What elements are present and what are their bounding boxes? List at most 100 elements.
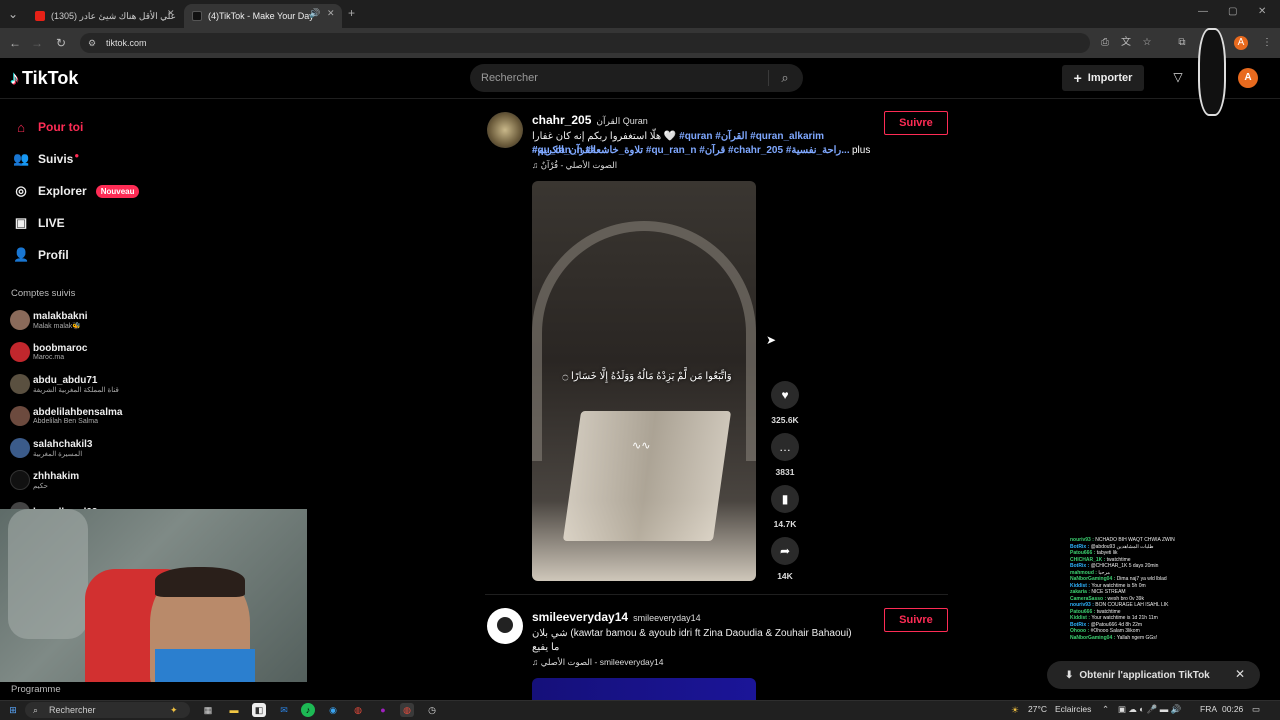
bookmark-count: 14.7K	[773, 519, 797, 529]
install-icon[interactable]: ⎙	[1098, 36, 1112, 50]
new-badge: Nouveau	[95, 184, 140, 198]
programme-label: Programme	[11, 684, 61, 695]
browser-tab-youtube[interactable]: (1305) علي الأقل هناك شيئ‌ عادر	[27, 4, 179, 28]
windows-start-icon[interactable]: ⊞	[6, 703, 20, 717]
bookmark-star-icon[interactable]: ☆	[1140, 36, 1154, 50]
followed-account[interactable]: boobmaroc Maroc.ma	[10, 338, 87, 366]
audio-wave-icon: ∿∿	[632, 440, 651, 452]
chrome-icon[interactable]: ◍	[351, 703, 365, 717]
taskbar-search[interactable]: ⌕ Rechercher ✦	[25, 702, 190, 718]
weather-temp[interactable]: 27°C	[1028, 704, 1047, 714]
home-icon: ⌂	[17, 119, 25, 135]
import-button[interactable]: + Importer	[1062, 65, 1144, 91]
reload-icon[interactable]: ↻	[52, 34, 70, 52]
followed-account[interactable]: salahchakil3 المسيرة المغربية	[10, 434, 92, 462]
translate-icon[interactable]: 文	[1119, 36, 1133, 50]
tray-chevron-icon[interactable]: ⌃	[1102, 704, 1109, 715]
user-avatar[interactable]: A	[1238, 68, 1258, 88]
feed-divider	[485, 594, 948, 595]
speaker-icon[interactable]: 🔊	[309, 8, 320, 19]
close-icon[interactable]: ✕	[1232, 667, 1248, 683]
window-close-icon[interactable]: ✕	[1258, 6, 1266, 17]
file-explorer-icon[interactable]: ▬	[227, 703, 241, 717]
post-author-avatar[interactable]	[487, 112, 523, 148]
weather-icon: ☀	[1010, 705, 1020, 715]
chat-username: nouriv93 :	[1070, 602, 1096, 608]
nav-suivis[interactable]: 👥 Suivis ●	[13, 147, 79, 171]
logo-text: TikTok	[22, 68, 79, 88]
nav-label: Explorer	[38, 184, 87, 198]
site-info-icon[interactable]: ⚙	[88, 33, 96, 53]
task-view-icon[interactable]: ▦	[201, 703, 215, 717]
post-username[interactable]: chahr_205	[532, 113, 591, 127]
share-button[interactable]: ➦	[771, 537, 799, 565]
tab-close-icon[interactable]: ✕	[167, 8, 175, 19]
extensions-icon[interactable]: ⧉	[1175, 36, 1189, 50]
followed-account[interactable]: abdelilahbensalma Abdelilah Ben Salma	[10, 402, 122, 430]
avatar	[10, 374, 30, 394]
profile-icon: 👤	[13, 247, 30, 262]
spotify-icon[interactable]: ♪	[301, 703, 315, 717]
url-text: tiktok.com	[106, 38, 147, 48]
profile-avatar-icon[interactable]: A	[1234, 36, 1248, 50]
chat-username: Patou666 :	[1070, 608, 1097, 615]
maximize-icon[interactable]: ▢	[1228, 6, 1237, 17]
like-button[interactable]: ♥	[771, 381, 799, 409]
chat-text: Yallah ngem GGs!	[1116, 634, 1158, 641]
back-icon[interactable]: ←	[6, 34, 24, 52]
comment-button[interactable]: …	[771, 433, 799, 461]
menu-dots-icon[interactable]: ⋮	[1260, 36, 1274, 50]
inbox-filter-icon[interactable]: ▽	[1170, 70, 1186, 86]
obs-icon[interactable]: ●	[376, 703, 390, 717]
followed-account[interactable]: malakbakni Malak malak🐝	[10, 306, 87, 334]
forward-icon[interactable]: →	[28, 34, 46, 52]
chat-message: NaNborGaming04 : Yallah ngem GGs!	[1070, 635, 1260, 642]
chat-text: @abdou93 طلبات المشاهدين	[1090, 543, 1154, 550]
mail-icon[interactable]: ✉	[277, 703, 291, 717]
search-icon[interactable]: ⌕	[776, 69, 794, 87]
store-icon[interactable]: ◧	[252, 703, 266, 717]
post-hashtags-line2[interactable]: #qu_ran_n #تلاوة_خاشعة #qu_ran_n #قرآن #…	[532, 144, 852, 158]
account-username: abdu_abdu71	[33, 374, 98, 386]
followed-account[interactable]: abdu_abdu71 قناة المملكة المغربية الشريفة	[10, 370, 119, 398]
post-hashtags[interactable]: #qu_ran_n #تلاوة_خاشعة #qu_ran_n #قرآن #…	[532, 145, 850, 156]
post-music[interactable]: ♫ الصوت الأصلي - smileeveryday14	[532, 657, 664, 668]
edge-icon[interactable]: ◉	[326, 703, 340, 717]
chat-text: wesh bro 0v 39k	[1107, 595, 1144, 602]
nav-live[interactable]: ▣ LIVE	[13, 211, 65, 235]
quran-book-shape	[562, 411, 732, 541]
tab-search-icon[interactable]: ⌄	[4, 5, 22, 23]
tiktok-logo[interactable]: ♪ TikTok	[10, 68, 78, 89]
follow-button[interactable]: Suivre	[884, 111, 948, 135]
chat-text: مرحبا	[1098, 569, 1110, 576]
tray-icons[interactable]: ▣ ☁ ◐ 🎤 ▬ 🔊	[1118, 704, 1181, 715]
more-link[interactable]: plus	[852, 144, 870, 158]
search-input[interactable]: Rechercher	[470, 64, 803, 92]
search-icon: ⌕	[33, 705, 39, 715]
nav-pour-toi[interactable]: ⌂ Pour toi	[13, 115, 83, 139]
nav-explorer[interactable]: ◎ Explorer Nouveau	[13, 179, 140, 203]
video-player[interactable]: وَاتَّبَعُوا مَن لَّمْ يَزِدْهُ مَالُهُ …	[532, 181, 756, 581]
get-app-banner[interactable]: ⬇ Obtenir l'application TikTok	[1047, 661, 1260, 689]
chat-username: Ohooo :	[1070, 628, 1091, 634]
account-username: salahchakil3	[33, 438, 93, 450]
clock-app-icon[interactable]: ◷	[425, 703, 439, 717]
url-bar[interactable]: ⚙ tiktok.com	[80, 33, 1090, 53]
post-username[interactable]: smileeveryday14	[532, 610, 628, 624]
post-author-avatar[interactable]	[487, 608, 523, 644]
followed-account[interactable]: zhhhakim حكيم	[10, 466, 79, 494]
new-tab-icon[interactable]: +	[348, 6, 355, 20]
nav-profil[interactable]: 👤 Profil	[13, 243, 69, 267]
chrome-active-icon[interactable]: ◍	[400, 703, 414, 717]
post-music[interactable]: ♫ الصوت الأصلي - قُرْآنٌ	[532, 160, 617, 171]
weather-desc[interactable]: Eclaircies	[1055, 704, 1091, 714]
keyboard-language[interactable]: FRA	[1200, 704, 1217, 714]
notifications-icon[interactable]: ▭	[1252, 704, 1260, 715]
taskbar-clock[interactable]: 00:26	[1222, 704, 1243, 714]
tab-close-icon[interactable]: ✕	[327, 8, 335, 19]
chat-text: NICE STREAM	[1091, 589, 1126, 595]
minimize-icon[interactable]: —	[1198, 6, 1208, 17]
shirt-shape	[155, 649, 255, 682]
bookmark-button[interactable]: ▮	[771, 485, 799, 513]
follow-button[interactable]: Suivre	[884, 608, 948, 632]
